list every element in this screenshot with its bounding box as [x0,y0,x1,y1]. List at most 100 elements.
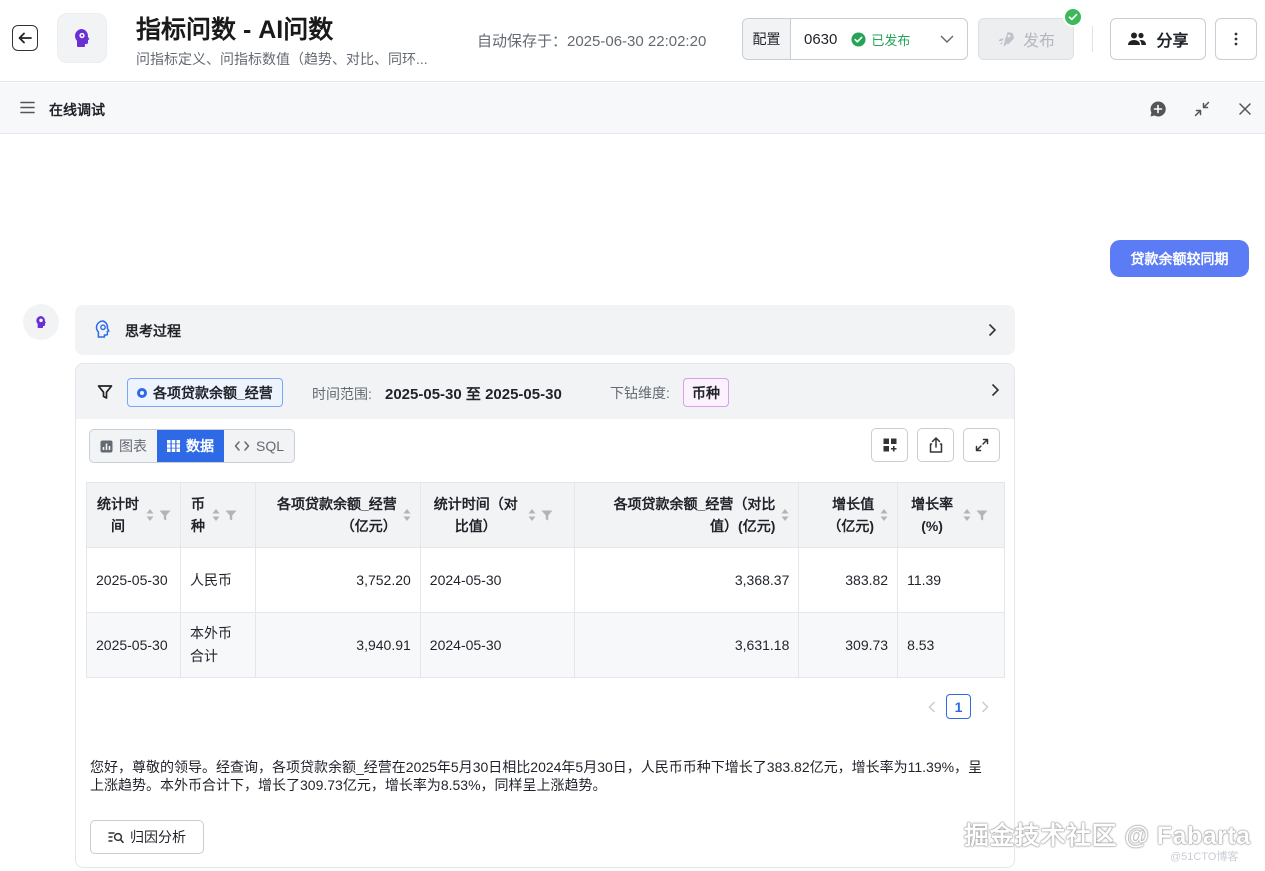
check-icon [1068,13,1078,21]
sort-icon[interactable] [963,508,971,522]
column-header[interactable]: 各项贷款余额_经营（亿元） [254,482,421,548]
thinking-process-panel[interactable]: 思考过程 [75,305,1015,355]
cell-text: 2025-05-30 [96,571,168,588]
share-button[interactable]: 分享 [1110,18,1206,60]
column-header-label: 统计时间（对比值） [433,496,518,534]
config-version-select[interactable]: 配置 0630 已发布 [742,18,968,60]
chat-plus-icon [1150,101,1166,117]
app-logo [57,13,107,63]
filter-icon[interactable] [159,510,171,521]
app-title: 指标问数 - AI问数 [136,16,334,44]
answer-summary-text: 您好，尊敬的领导。经查询，各项贷款余额_经营在2025年5月30日相比2024年… [90,759,983,793]
column-header[interactable]: 各项贷款余额_经营（对比值）(亿元) [573,482,800,548]
close-icon [1239,103,1251,115]
table-cell: 383.82 [798,547,899,613]
export-button[interactable] [917,428,954,462]
column-header-label: 增长率(%) [911,496,954,534]
column-header-label: 各项贷款余额_经营（对比值）(亿元) [613,496,776,534]
rocket-icon [998,32,1014,47]
tab-chart-label: 图表 [119,438,147,454]
share-export-icon [929,437,942,453]
code-icon [234,441,250,451]
sort-icon[interactable] [146,508,154,522]
table-cell: 11.39 [897,547,1005,613]
sort-icon[interactable] [880,508,888,522]
app-description: 问指标定义、问指标数值（趋势、对比、同环... [136,51,428,67]
sort-icon[interactable] [403,508,411,522]
query-result-card: 各项贷款余额_经营 时间范围: 2025-05-30 至 2025-05-30 … [75,363,1015,868]
column-header[interactable]: 币种 [180,482,256,548]
more-options-button[interactable] [1215,18,1257,60]
check-circle-icon [851,31,866,47]
share-label: 分享 [1156,33,1189,50]
table-row: 2025-05-30 人民币 3,752.20 2024-05-30 3,368… [86,547,1005,613]
publish-button[interactable]: 发布 [978,18,1074,60]
filter-icon[interactable] [541,510,553,521]
brain-head-icon [75,29,90,47]
back-button[interactable] [12,25,38,51]
pagination: 1 [928,694,989,719]
table-cell: 3,940.91 [254,612,421,678]
column-header[interactable]: 统计时间 [86,482,181,548]
column-header[interactable]: 增长值（亿元) [798,482,899,548]
dashboard-add-icon [883,438,896,452]
tab-data[interactable]: 数据 [157,430,224,462]
chevron-right-icon [991,383,1000,397]
table-cell: 3,631.18 [573,612,800,678]
published-status-badge: 已发布 [851,30,910,49]
table-row: 2025-05-30 本外币合计 3,940.91 2024-05-30 3,6… [86,612,1005,678]
time-range-label: 时间范围: [312,386,372,402]
search-list-icon [108,831,124,843]
sort-icon[interactable] [212,508,220,522]
collapse-button[interactable] [1192,99,1212,119]
table-cell: 人民币 [180,547,256,613]
filter-icon[interactable] [225,510,237,521]
table-cell: 2024-05-30 [419,612,575,678]
cell-text: 2025-05-30 [96,636,168,653]
head-bulb-icon [95,320,110,338]
metric-name: 各项贷款余额_经营 [153,384,273,401]
fullscreen-button[interactable] [963,428,1000,462]
metric-dot-icon [137,387,147,398]
brain-head-icon [36,316,46,328]
collapse-icon [1194,101,1210,117]
users-icon [1128,32,1147,45]
add-to-dashboard-button[interactable] [871,428,908,462]
drill-dimension-tag[interactable]: 币种 [683,378,729,407]
bot-avatar [23,304,59,340]
sort-icon[interactable] [781,508,789,522]
next-page-icon[interactable] [981,700,989,713]
tab-data-label: 数据 [186,438,214,454]
more-vertical-icon [1234,32,1238,46]
prev-page-icon[interactable] [928,700,936,713]
data-table: 统计时间 币种 各项贷款余额_经营（亿元） 统计时间（对比值） 各项贷款余额_经… [86,482,1005,678]
new-chat-button[interactable] [1148,99,1168,119]
time-range-value: 2025-05-30 至 2025-05-30 [385,386,562,403]
close-panel-button[interactable] [1235,99,1255,119]
tab-chart[interactable]: 图表 [90,430,157,462]
tab-sql-label: SQL [256,438,285,454]
attribution-analysis-button[interactable]: 归因分析 [90,820,204,854]
table-cell: 2024-05-30 [419,547,575,613]
column-header-label: 币种 [191,496,205,534]
sort-icon[interactable] [528,508,536,522]
filter-icon[interactable] [976,510,988,521]
thinking-process-label: 思考过程 [125,323,181,339]
table-cell: 2025-05-30 [86,547,181,613]
watermark: 掘金技术社区 @ Fabarta [964,822,1251,850]
tab-sql[interactable]: SQL [224,430,294,462]
user-message-bubble: 贷款余额较同期 [1110,240,1249,277]
metric-tag[interactable]: 各项贷款余额_经营 [127,378,283,407]
menu-icon[interactable] [20,101,35,114]
column-header[interactable]: 统计时间（对比值） [419,482,575,548]
filter-icon [97,385,113,399]
table-cell: 3,752.20 [254,547,421,613]
view-tabs: 图表 数据 SQL [89,429,296,463]
debug-panel-title: 在线调试 [49,102,105,118]
page-number-button[interactable]: 1 [946,694,971,719]
chevron-right-icon [988,323,997,337]
publish-label: 发布 [1022,33,1055,50]
toolbar-divider [1092,26,1093,52]
filter-bar[interactable]: 各项贷款余额_经营 时间范围: 2025-05-30 至 2025-05-30 … [76,364,1014,419]
column-header[interactable]: 增长率(%) [897,482,1005,548]
